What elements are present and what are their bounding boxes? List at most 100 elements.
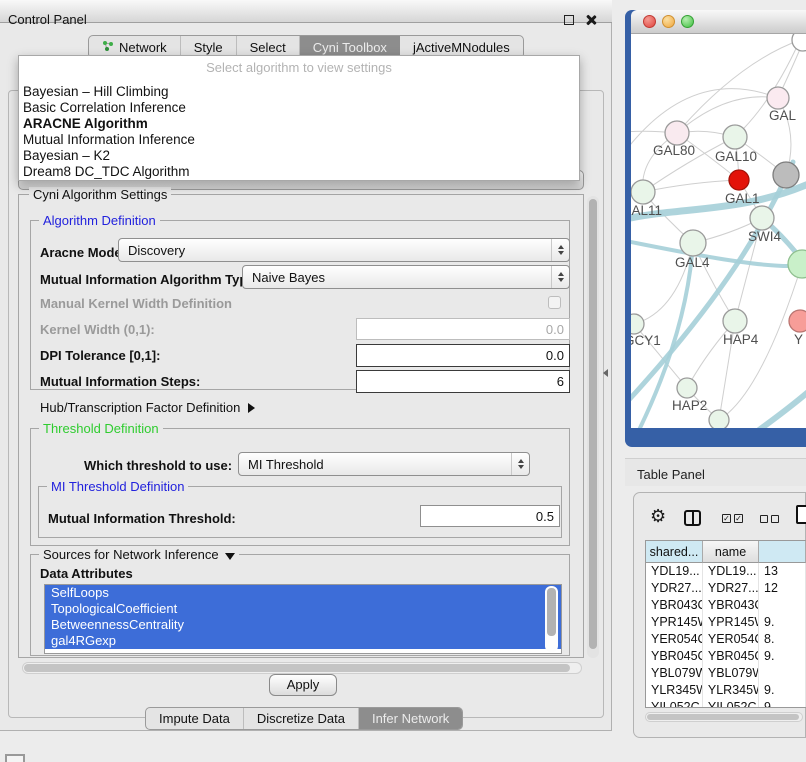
network-node-gal80[interactable] (665, 121, 689, 145)
network-node-swi4[interactable] (750, 206, 774, 230)
network-node-gal10[interactable] (723, 125, 747, 149)
mac-close-button[interactable] (643, 15, 656, 28)
table-row[interactable]: YBR045CYBR045C9. (646, 648, 806, 665)
mac-minimize-button[interactable] (662, 15, 675, 28)
show-columns-icon[interactable]: ✓✓ (722, 514, 743, 523)
algorithm-option[interactable]: Dream8 DC_TDC Algorithm (21, 164, 577, 180)
dpi-tolerance-input[interactable] (356, 344, 570, 367)
network-node-gcy1[interactable] (631, 314, 644, 334)
algorithm-option[interactable]: ARACNE Algorithm (21, 116, 577, 132)
table-row[interactable]: YER054CYER054C8. (646, 631, 806, 648)
table-cell: YDL19... (646, 563, 703, 580)
table-cell: YBR043C (703, 597, 759, 614)
algorithm-option[interactable]: Mutual Information Inference (21, 132, 577, 148)
mi-threshold-label: Mutual Information Threshold: (48, 511, 236, 526)
mi-threshold-legend: MI Threshold Definition (47, 479, 188, 494)
column-header[interactable] (759, 541, 806, 563)
hub-definition-expander[interactable]: Hub/Transcription Factor Definition (40, 400, 255, 415)
bottom-tab-bar: Impute DataDiscretize DataInfer Network (145, 707, 463, 730)
float-window-icon[interactable] (564, 15, 574, 25)
algorithm-option[interactable]: Bayesian – K2 (21, 148, 577, 164)
combobox-spinner-icon (551, 239, 569, 261)
file-icon[interactable] (796, 505, 806, 524)
table-cell: YER054C (646, 631, 703, 648)
mi-type-label: Mutual Information Algorithm Type: (40, 272, 259, 287)
combobox-spinner-icon (551, 266, 569, 288)
table-row[interactable]: YBR043CYBR043C (646, 597, 806, 614)
sources-legend-wrap[interactable]: Sources for Network Inference (39, 547, 239, 562)
attributes-list-scrollbar-thumb[interactable] (547, 588, 556, 636)
table-cell: YDL19... (703, 563, 759, 580)
network-node-gal1[interactable] (729, 170, 749, 190)
mi-threshold-input[interactable] (420, 505, 560, 527)
panel-divider-grip[interactable] (603, 369, 608, 377)
settings-vscrollbar-thumb[interactable] (589, 199, 597, 649)
mac-zoom-button[interactable] (681, 15, 694, 28)
network-node[interactable] (788, 250, 806, 278)
column-header[interactable]: name (703, 541, 759, 563)
collapsed-panel-icon[interactable] (5, 754, 25, 762)
aracne-mode-value: Discovery (119, 243, 551, 258)
kernel-width-input[interactable] (356, 318, 570, 340)
table-cell: YIL052C (646, 699, 703, 708)
mi-steps-input[interactable] (356, 370, 570, 393)
control-panel-title: Control Panel (8, 12, 87, 27)
close-icon[interactable] (585, 14, 597, 26)
table-cell: YPR145W (703, 614, 759, 631)
network-edge-highlighted[interactable] (759, 386, 806, 428)
network-node-gal[interactable] (767, 87, 789, 109)
table-body: YDL19...YDL19...13YDR27...YDR27...12YBR0… (646, 563, 806, 708)
tab-impute-data[interactable]: Impute Data (146, 708, 244, 729)
network-window-titlebar[interactable] (631, 10, 806, 34)
table-hscrollbar-thumb[interactable] (647, 714, 799, 720)
mi-type-combobox[interactable]: Naive Bayes (242, 265, 570, 289)
network-node-hap2[interactable] (677, 378, 697, 398)
node-label: HAP4 (723, 332, 759, 347)
gear-icon[interactable]: ⚙ (650, 506, 666, 527)
data-attribute-item[interactable]: gal4RGexp (45, 633, 561, 649)
column-header[interactable]: shared... (646, 541, 703, 563)
table-row[interactable]: YLR345WYLR345W9. (646, 682, 806, 699)
table-row[interactable]: YPR145WYPR145W9. (646, 614, 806, 631)
network-node[interactable] (773, 162, 799, 188)
tab-infer-network[interactable]: Infer Network (359, 708, 462, 729)
tab-discretize-data[interactable]: Discretize Data (244, 708, 359, 729)
table-panel-titlebar: Table Panel (625, 458, 806, 486)
cyni-settings-legend: Cyni Algorithm Settings (29, 187, 171, 202)
network-node-hap4[interactable] (723, 309, 747, 333)
table-cell: YBR045C (703, 648, 759, 665)
algorithm-option[interactable]: Basic Correlation Inference (21, 100, 577, 116)
aracne-mode-combobox[interactable]: Discovery (118, 238, 570, 262)
dpi-tolerance-label: DPI Tolerance [0,1]: (40, 348, 160, 363)
data-attribute-item[interactable]: SelfLoops (45, 585, 561, 601)
hide-columns-icon[interactable] (760, 515, 779, 523)
data-attribute-item[interactable]: TopologicalCoefficient (45, 601, 561, 617)
table-row[interactable]: YIL052CYIL052C9 (646, 699, 806, 708)
network-graph: GALGAL80GAL10GAL1GAL11SWI4GAL4GCY1HAP4YH… (631, 34, 806, 428)
apply-button[interactable]: Apply (269, 674, 337, 696)
network-node[interactable] (709, 410, 729, 428)
settings-hscrollbar-thumb[interactable] (24, 664, 570, 672)
table-cell: 8. (759, 631, 806, 648)
manual-kernel-checkbox[interactable] (548, 296, 561, 309)
split-view-icon[interactable] (684, 510, 701, 526)
table-cell: YBL079W (646, 665, 703, 682)
which-threshold-combobox[interactable]: MI Threshold (238, 452, 530, 476)
table-cell: 13 (759, 563, 806, 580)
table-cell: 9. (759, 682, 806, 699)
network-node[interactable] (792, 34, 806, 51)
network-canvas[interactable]: GALGAL80GAL10GAL1GAL11SWI4GAL4GCY1HAP4YH… (631, 34, 806, 428)
table-row[interactable]: YDR27...YDR27...12 (646, 580, 806, 597)
network-node-gal4[interactable] (680, 230, 706, 256)
table-cell: 12 (759, 580, 806, 597)
table-cell: YBR045C (646, 648, 703, 665)
table-row[interactable]: YBL079WYBL079W (646, 665, 806, 682)
network-node-gal11[interactable] (631, 180, 655, 204)
algorithm-popup-list: Bayesian – Hill ClimbingBasic Correlatio… (21, 84, 577, 180)
data-attributes-list: SelfLoopsTopologicalCoefficientBetweenne… (44, 584, 562, 654)
network-node-y[interactable] (789, 310, 806, 332)
data-attribute-item[interactable]: BetweennessCentrality (45, 617, 561, 633)
algorithm-option[interactable]: Bayesian – Hill Climbing (21, 84, 577, 100)
table-row[interactable]: YDL19...YDL19...13 (646, 563, 806, 580)
table-cell: 9 (759, 699, 806, 708)
